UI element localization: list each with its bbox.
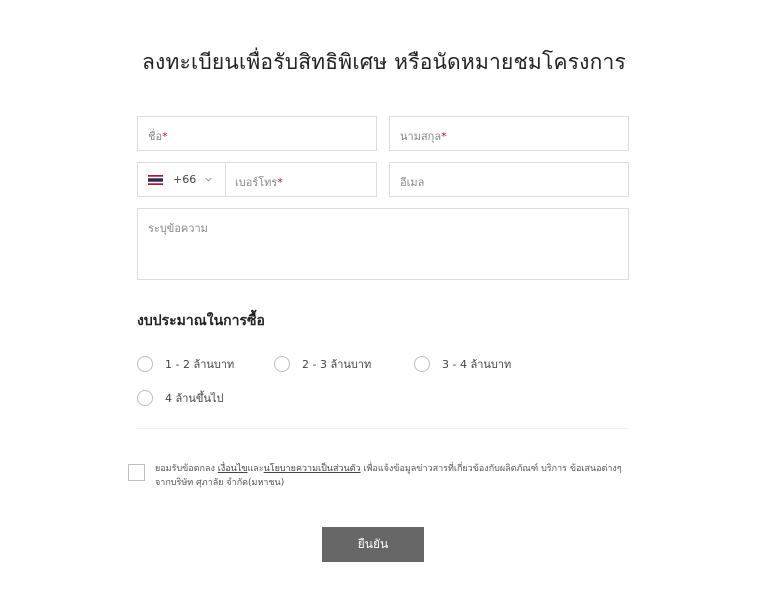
phone-placeholder: เบอร์โทร* bbox=[235, 176, 283, 189]
privacy-policy-link[interactable]: นโยบายความเป็นส่วนตัว bbox=[264, 464, 361, 474]
budget-option-2-3m[interactable]: 2 - 3 ล้านบาท bbox=[274, 355, 371, 373]
budget-option-4m-plus[interactable]: 4 ล้านขึ้นไป bbox=[137, 389, 224, 407]
first-name-placeholder: ชื่อ* bbox=[148, 130, 168, 143]
last-name-placeholder: นามสกุล* bbox=[400, 130, 447, 143]
radio-circle[interactable] bbox=[274, 356, 290, 372]
first-name-field[interactable]: ชื่อ* bbox=[137, 116, 377, 151]
thailand-flag-icon bbox=[148, 175, 163, 185]
submit-button[interactable]: ยืนยัน bbox=[322, 527, 424, 562]
consent-checkbox[interactable] bbox=[128, 464, 145, 481]
terms-link[interactable]: เงื่อนไข bbox=[218, 464, 248, 474]
radio-circle[interactable] bbox=[137, 356, 153, 372]
budget-option-label: 1 - 2 ล้านบาท bbox=[165, 358, 235, 371]
budget-title: งบประมาณในการซื้อ bbox=[137, 313, 265, 329]
radio-circle[interactable] bbox=[414, 356, 430, 372]
phone-field[interactable]: +66 เบอร์โทร* bbox=[137, 162, 377, 197]
budget-option-label: 4 ล้านขึ้นไป bbox=[165, 392, 224, 405]
country-code: +66 bbox=[173, 173, 197, 186]
message-textarea[interactable]: ระบุข้อความ bbox=[137, 208, 629, 280]
divider bbox=[137, 428, 629, 429]
budget-option-1-2m[interactable]: 1 - 2 ล้านบาท bbox=[137, 355, 234, 373]
budget-option-3-4m[interactable]: 3 - 4 ล้านบาท bbox=[414, 355, 511, 373]
budget-option-label: 3 - 4 ล้านบาท bbox=[442, 358, 512, 371]
radio-circle[interactable] bbox=[137, 390, 153, 406]
chevron-down-icon bbox=[205, 177, 212, 182]
country-code-select[interactable]: +66 bbox=[138, 163, 226, 196]
consent-text: ยอมรับข้อตกลง เงื่อนไขและนโยบายความเป็นส… bbox=[155, 464, 622, 488]
email-placeholder: อีเมล bbox=[400, 176, 425, 189]
last-name-field[interactable]: นามสกุล* bbox=[389, 116, 629, 151]
message-placeholder: ระบุข้อความ bbox=[148, 222, 208, 235]
form-title: ลงทะเบียนเพื่อรับสิทธิพิเศษ หรือนัดหมายช… bbox=[141, 50, 627, 74]
budget-option-label: 2 - 3 ล้านบาท bbox=[302, 358, 372, 371]
email-field[interactable]: อีเมล bbox=[389, 162, 629, 197]
